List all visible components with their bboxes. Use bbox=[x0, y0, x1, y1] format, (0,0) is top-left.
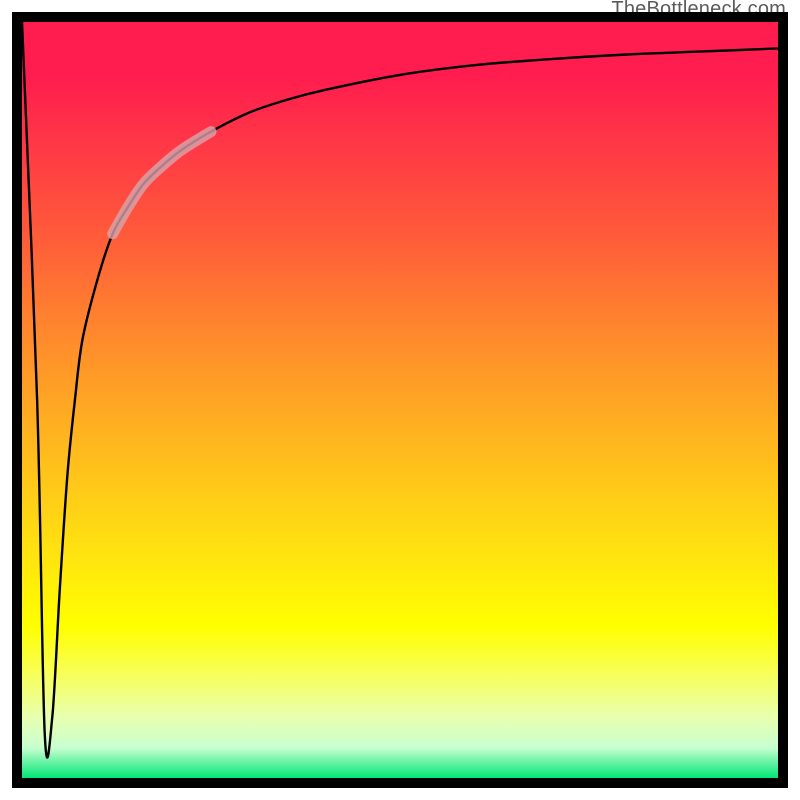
bottleneck-curve bbox=[22, 22, 778, 758]
chart-frame: TheBottleneck.com bbox=[0, 0, 800, 800]
plot-border bbox=[12, 12, 788, 788]
plot-inner bbox=[22, 22, 778, 778]
curve-svg bbox=[22, 22, 778, 778]
curve-highlight-segment bbox=[113, 132, 211, 234]
